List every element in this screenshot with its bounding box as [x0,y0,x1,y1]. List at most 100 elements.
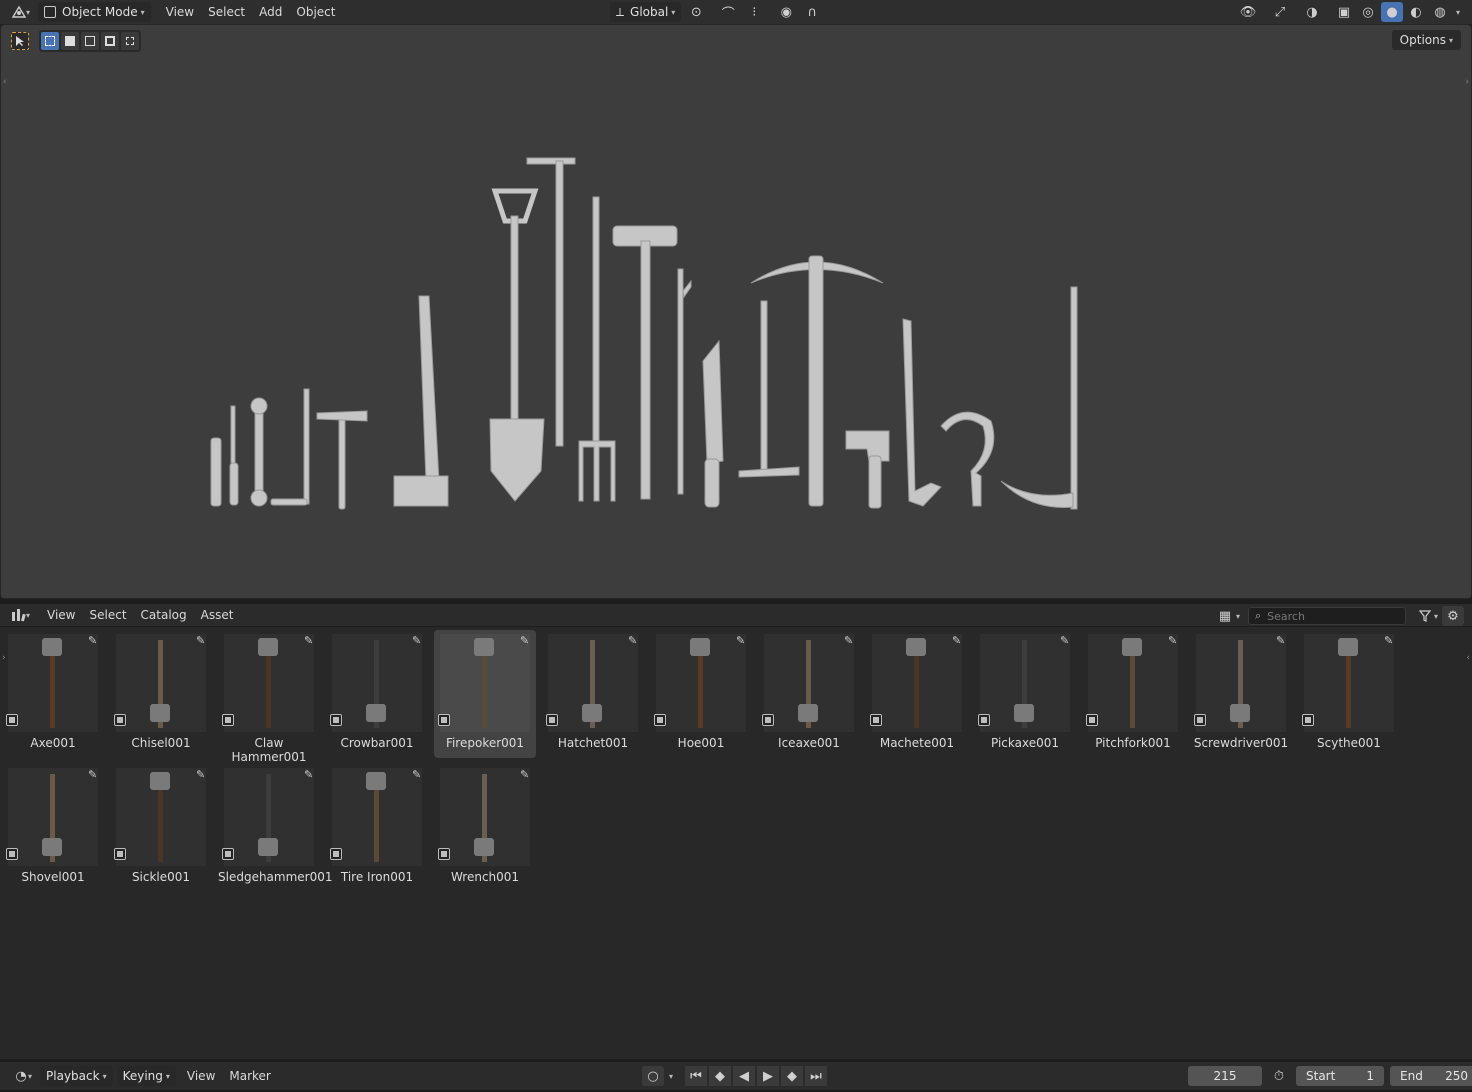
asset-tile[interactable]: ✎ Scythe001 [1298,630,1400,758]
end-frame-field[interactable]: End 250 [1390,1066,1472,1086]
asset-type-icon [978,714,990,726]
asset-tile[interactable]: ✎ Axe001 [2,630,104,758]
edit-asset-icon[interactable]: ✎ [736,634,750,648]
asset-thumbnail [1196,634,1286,732]
prev-keyframe-icon[interactable]: ◆ [709,1066,732,1086]
edit-asset-icon[interactable]: ✎ [1060,634,1074,648]
chevron-down-icon[interactable]: ▾ [26,611,30,620]
gear-icon[interactable]: ⚙ [1442,606,1464,626]
play-reverse-icon[interactable]: ◀ [733,1066,756,1086]
sledgehammer-model [612,225,678,500]
asset-thumbnail [8,768,98,866]
select-box-tool-icon[interactable] [11,32,29,50]
edit-asset-icon[interactable]: ✎ [304,768,318,782]
chevron-down-icon[interactable]: ▾ [669,1072,673,1081]
asset-name: Tire Iron001 [340,870,414,884]
selection-mode-group [39,30,141,52]
asset-type-icon [870,714,882,726]
asset-tile[interactable]: ✎ Firepoker001 [434,630,536,758]
asset-menu-catalog[interactable]: Catalog [134,605,194,625]
edit-asset-icon[interactable]: ✎ [628,634,642,648]
asset-tile[interactable]: ✎ Wrench001 [434,764,536,892]
select-extend-icon[interactable] [61,32,79,50]
play-icon[interactable]: ▶ [757,1066,780,1086]
asset-tile[interactable]: ✎ Machete001 [866,630,968,758]
asset-tile[interactable]: ✎ Iceaxe001 [758,630,860,758]
asset-menu-asset[interactable]: Asset [194,605,241,625]
chevron-down-icon: ▾ [1448,35,1453,45]
keying-dropdown[interactable]: Keying ▾ [116,1066,176,1086]
stopwatch-icon[interactable]: ⏱ [1268,1066,1290,1086]
asset-tile[interactable]: ✎ Crowbar001 [326,630,428,758]
asset-tile[interactable]: ✎ Shovel001 [2,764,104,892]
tool-models-scene[interactable] [1,1,1472,576]
display-mode-grid-icon[interactable]: ▦ [1214,606,1236,626]
asset-type-icon [762,714,774,726]
edit-asset-icon[interactable]: ✎ [844,634,858,648]
edit-asset-icon[interactable]: ✎ [88,634,102,648]
edit-asset-icon[interactable]: ✎ [412,634,426,648]
playback-dropdown[interactable]: Playback ▾ [40,1066,113,1086]
asset-name: Crowbar001 [340,736,414,750]
edit-asset-icon[interactable]: ✎ [1384,634,1398,648]
asset-tile[interactable]: ✎ Sledgehammer001 [218,764,333,892]
filter-icon[interactable] [1414,606,1436,626]
asset-thumbnail [1304,634,1394,732]
asset-type-icon [654,714,666,726]
edit-asset-icon[interactable]: ✎ [520,634,534,648]
asset-tile[interactable]: ✎ Sickle001 [110,764,212,892]
start-frame-field[interactable]: Start 1 [1296,1066,1384,1086]
asset-tile[interactable]: ✎ Hatchet001 [542,630,644,758]
edit-asset-icon[interactable]: ✎ [952,634,966,648]
iceaxe-model [738,300,800,478]
chevron-down-icon[interactable]: ▾ [28,1072,32,1081]
edit-asset-icon[interactable]: ✎ [412,768,426,782]
keying-label: Keying [122,1069,163,1083]
asset-search-input[interactable]: ⌕ Search [1247,607,1406,625]
tire-iron-model [270,388,310,506]
end-label: End [1400,1069,1423,1083]
asset-tile[interactable]: ✎ Pitchfork001 [1082,630,1184,758]
jump-end-icon[interactable]: ⏭ [805,1066,828,1086]
asset-thumbnail [764,634,854,732]
jump-start-icon[interactable]: ⏮ [685,1066,708,1086]
asset-thumbnail [116,634,206,732]
asset-tile[interactable]: ✎ Pickaxe001 [974,630,1076,758]
asset-thumbnail [1088,634,1178,732]
chevron-down-icon[interactable]: ▾ [1434,612,1438,621]
asset-name: Axe001 [30,736,76,750]
chevron-down-icon[interactable]: ▾ [1236,612,1240,621]
asset-menu-view[interactable]: View [40,605,82,625]
edit-asset-icon[interactable]: ✎ [196,768,210,782]
asset-tile[interactable]: ✎ Claw Hammer001 [218,630,320,764]
record-icon[interactable]: ○ [642,1066,664,1086]
edit-asset-icon[interactable]: ✎ [88,768,102,782]
asset-menu-select[interactable]: Select [83,605,134,625]
right-panel-toggle-icon[interactable]: ‹ [1466,653,1470,663]
select-new-icon[interactable] [41,32,59,50]
options-dropdown[interactable]: Options ▾ [1391,30,1461,50]
asset-tile[interactable]: ✎ Tire Iron001 [326,764,428,892]
asset-tile[interactable]: ✎ Screwdriver001 [1190,630,1292,758]
edit-asset-icon[interactable]: ✎ [304,634,318,648]
chevron-down-icon: ▾ [165,1071,170,1081]
asset-name: Machete001 [879,736,955,750]
select-subtract-icon[interactable] [81,32,99,50]
edit-asset-icon[interactable]: ✎ [520,768,534,782]
chevron-down-icon: ▾ [102,1071,107,1081]
select-invert-icon[interactable] [101,32,119,50]
edit-asset-icon[interactable]: ✎ [1276,634,1290,648]
asset-tile[interactable]: ✎ Hoe001 [650,630,752,758]
asset-name: Screwdriver001 [1193,736,1289,750]
select-intersect-icon[interactable] [121,32,139,50]
edit-asset-icon[interactable]: ✎ [196,634,210,648]
next-keyframe-icon[interactable]: ◆ [781,1066,804,1086]
timeline-menu-view[interactable]: View [180,1066,222,1086]
current-frame-field[interactable]: 215 [1188,1066,1262,1086]
edit-asset-icon[interactable]: ✎ [1168,634,1182,648]
crowbar-model [902,318,942,507]
timeline-menu-marker[interactable]: Marker [222,1066,277,1086]
3d-viewport[interactable]: ‹ › Options ▾ [0,24,1472,599]
asset-tile[interactable]: ✎ Chisel001 [110,630,212,758]
asset-name: Chisel001 [131,736,191,750]
